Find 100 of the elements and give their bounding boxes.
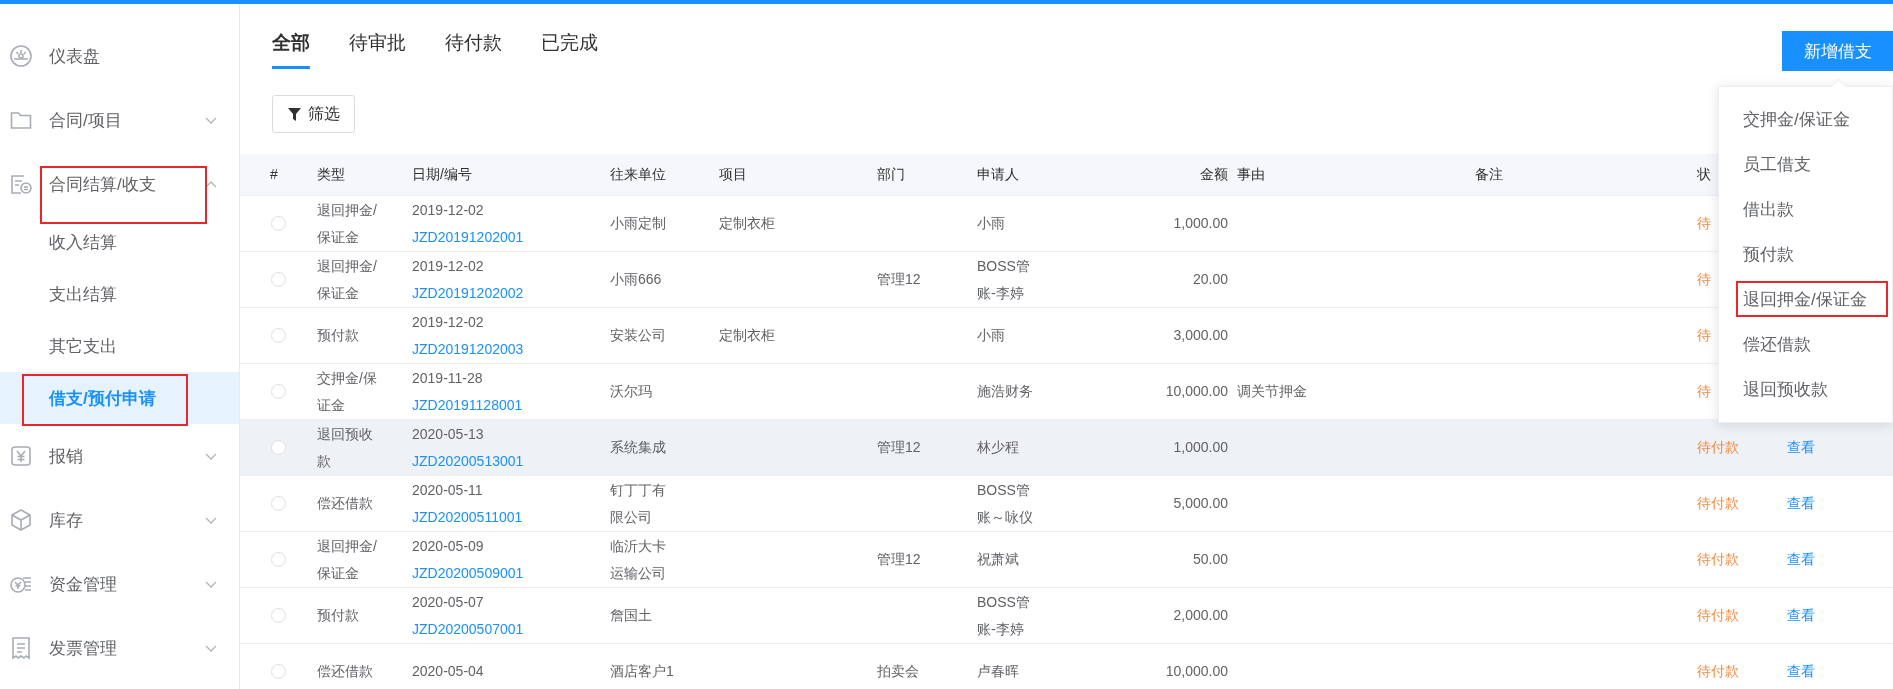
menu-item[interactable]: 退回押金/保证金: [1719, 277, 1892, 322]
table-cell-text: BOSS管账-李婷: [977, 256, 1031, 303]
status-text: 待: [1697, 214, 1711, 233]
table-cell-text: 1,000.00: [1172, 438, 1228, 457]
table-cell-text: 10,000.00: [1164, 382, 1228, 401]
cube-icon: [9, 508, 33, 532]
menu-item[interactable]: 预付款: [1719, 232, 1892, 277]
radio-button[interactable]: [271, 664, 286, 679]
radio-button[interactable]: [271, 384, 286, 399]
filter-icon: [287, 106, 302, 122]
table-cell-text: 拍卖会: [877, 662, 919, 681]
table-cell-text: 定制衣柜: [719, 326, 775, 345]
record-number-link[interactable]: JZD20200509001: [412, 559, 603, 587]
nav-subitem[interactable]: 收入结算: [0, 216, 239, 268]
table-cell-text: 退回押金/保证金: [317, 200, 378, 247]
nav-subitem[interactable]: 支出结算: [0, 268, 239, 320]
table-cell-text: 交押金/保证金: [317, 368, 378, 415]
menu-item[interactable]: 员工借支: [1719, 142, 1892, 187]
table-cell-text: 调关节押金: [1237, 382, 1307, 401]
record-number-link[interactable]: JZD20191202001: [412, 223, 603, 251]
table-cell-text: 酒店客户1: [610, 662, 674, 681]
record-number-link[interactable]: JZD20200507001: [412, 615, 603, 643]
menu-item[interactable]: 借出款: [1719, 187, 1892, 232]
table-cell-text: 5,000.00: [1172, 494, 1228, 513]
status-text: 待付款: [1697, 662, 1739, 681]
table-cell-text: 小雨: [977, 214, 1005, 233]
table-cell-text: 2020-05-04: [412, 662, 485, 681]
filter-button[interactable]: 筛选: [272, 95, 355, 133]
column-header: 事由: [1236, 165, 1265, 184]
nav-item[interactable]: 报销: [49, 444, 205, 468]
table-cell-text: 10,000.00: [1164, 662, 1228, 681]
nav-item[interactable]: 资金管理: [49, 572, 205, 596]
radio-button[interactable]: [271, 608, 286, 623]
radio-button[interactable]: [271, 496, 286, 511]
tab[interactable]: 已完成: [541, 27, 598, 69]
table-cell-text: 安装公司: [610, 326, 666, 345]
view-link[interactable]: 查看: [1787, 490, 1815, 517]
menu-item[interactable]: 退回预收款: [1719, 367, 1892, 412]
nav-item[interactable]: 仪表盘: [49, 44, 217, 68]
radio-button[interactable]: [271, 272, 286, 287]
status-text: 待: [1697, 270, 1711, 289]
column-header: 金额: [1199, 165, 1229, 184]
new-loan-button[interactable]: 新增借支: [1782, 31, 1893, 71]
radio-button[interactable]: [271, 328, 286, 343]
nav-item[interactable]: 合同结算/收支: [49, 172, 205, 196]
table-cell-text: 管理12: [877, 270, 921, 289]
table-cell-text: 50.00: [1191, 550, 1228, 569]
column-header: 类型: [316, 165, 345, 184]
nav-item[interactable]: 发票管理: [49, 636, 205, 660]
record-number-link[interactable]: JZD20191128001: [412, 391, 603, 419]
status-text: 待付款: [1697, 550, 1739, 569]
table-cell-text: 退回押金/保证金: [317, 256, 378, 303]
radio-button[interactable]: [271, 216, 286, 231]
table-cell-text: 退回押金/保证金: [317, 536, 378, 583]
column-header: 部门: [876, 165, 905, 184]
yen-square-icon: [9, 444, 33, 468]
nav-subitem[interactable]: 其它支出: [0, 320, 239, 372]
table-cell-text: 小雨定制: [610, 214, 666, 233]
menu-item[interactable]: 偿还借款: [1719, 322, 1892, 367]
status-text: 待付款: [1697, 606, 1739, 625]
column-header: #: [269, 165, 278, 184]
receipt-icon: [9, 636, 33, 660]
table-cell-text: 管理12: [877, 438, 921, 457]
table-cell-text: 偿还借款: [317, 494, 373, 513]
table-cell-text: 2020-05-09: [412, 536, 485, 556]
view-link[interactable]: 查看: [1787, 546, 1815, 573]
table-cell-text: BOSS管账～咏仪: [977, 480, 1034, 527]
status-text: 待: [1697, 326, 1711, 345]
table-cell-text: 卢春晖: [977, 662, 1019, 681]
nav-item[interactable]: 库存: [49, 508, 205, 532]
table-cell-text: 2020-05-11: [412, 480, 484, 500]
view-link[interactable]: 查看: [1787, 602, 1815, 629]
status-text: 待: [1697, 382, 1711, 401]
table-cell-text: 预付款: [317, 606, 359, 625]
column-header: 状: [1696, 165, 1711, 184]
column-header: 日期/编号: [411, 165, 472, 184]
table-cell-text: 2020-05-13: [412, 424, 485, 444]
record-number-link[interactable]: JZD20191202003: [412, 335, 603, 363]
nav-item[interactable]: 合同/项目: [49, 108, 205, 132]
table-cell-text: 钉丁丁有限公司: [610, 480, 667, 527]
radio-button[interactable]: [271, 440, 286, 455]
table-cell-text: 2020-05-07: [412, 592, 485, 612]
tab[interactable]: 待付款: [445, 27, 502, 69]
column-header: 往来单位: [609, 165, 666, 184]
record-number-link[interactable]: JZD20191202002: [412, 279, 603, 307]
menu-item[interactable]: 交押金/保证金: [1719, 97, 1892, 142]
column-header: 申请人: [976, 165, 1019, 184]
status-text: 待付款: [1697, 494, 1739, 513]
table-cell-text: 临沂大卡运输公司: [610, 536, 667, 583]
table-cell-text: 预付款: [317, 326, 359, 345]
view-link[interactable]: 查看: [1787, 658, 1815, 685]
tab[interactable]: 待审批: [349, 27, 406, 69]
table-cell-text: 沃尔玛: [610, 382, 652, 401]
table-cell-text: 2019-12-02: [412, 200, 485, 220]
table-cell-text: BOSS管账-李婷: [977, 592, 1031, 639]
radio-button[interactable]: [271, 552, 286, 567]
table-cell-text: 3,000.00: [1172, 326, 1228, 345]
record-number-link[interactable]: JZD20200511001: [412, 503, 603, 531]
table-cell-text: 退回预收款: [317, 424, 374, 471]
tab[interactable]: 全部: [272, 27, 310, 69]
